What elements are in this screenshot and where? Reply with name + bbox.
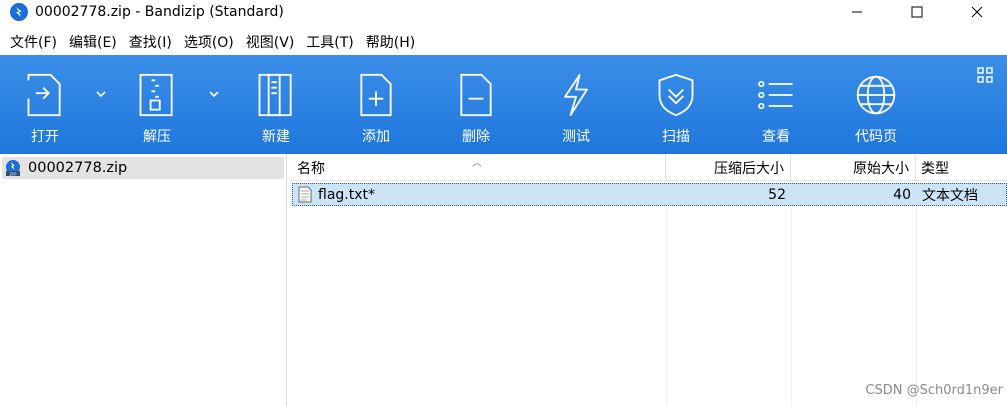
menu-edit[interactable]: 编辑(E) [63, 32, 123, 52]
minimize-icon [852, 11, 862, 13]
add-file-icon [360, 73, 392, 117]
scan-label: 扫描 [662, 129, 690, 145]
column-header-row: 名称 ︿ 压缩后大小 原始大小 类型 [290, 154, 1007, 181]
open-archive-icon [27, 73, 61, 117]
column-header-compressed-size[interactable]: 压缩后大小 [666, 154, 791, 181]
folder-tree-panel: ZIP 00002778.zip [0, 154, 287, 406]
maximize-button[interactable] [887, 0, 947, 24]
watermark-text: CSDN @Sch0rd1n9er [865, 383, 1003, 398]
menu-bar: 文件(F) 编辑(E) 查找(I) 选项(O) 视图(V) 工具(T) 帮助(H… [0, 30, 1007, 54]
file-original-size: 40 [893, 186, 911, 203]
scan-button[interactable]: 扫描 [636, 55, 716, 154]
delete-button[interactable]: 删除 [436, 55, 516, 154]
new-label: 新建 [262, 129, 290, 145]
view-label: 查看 [762, 129, 790, 145]
file-list: 名称 ︿ 压缩后大小 原始大小 类型 flag.txt* 52 40 文本文档 [290, 154, 1007, 406]
extract-zipper-icon [139, 73, 173, 117]
layout-grid-icon[interactable] [977, 67, 993, 83]
text-file-icon [298, 186, 312, 203]
file-name: flag.txt* [318, 186, 375, 203]
column-divider [916, 181, 917, 406]
lightning-bolt-icon [564, 73, 588, 117]
file-compressed-size: 52 [768, 186, 786, 203]
menu-view[interactable]: 视图(V) [240, 32, 301, 52]
zip-archive-icon: ZIP [6, 160, 20, 176]
add-button[interactable]: 添加 [336, 55, 416, 154]
delete-label: 删除 [462, 129, 490, 145]
codepage-label: 代码页 [855, 129, 897, 145]
tree-item-archive[interactable]: ZIP 00002778.zip [2, 157, 284, 179]
file-type: 文本文档 [922, 187, 978, 204]
extract-dropdown-chevron-icon[interactable] [207, 87, 221, 101]
file-row[interactable]: flag.txt* 52 40 文本文档 [292, 183, 1007, 206]
new-button[interactable]: 新建 [236, 55, 316, 154]
column-original-label: 原始大小 [853, 160, 909, 177]
column-header-original-size[interactable]: 原始大小 [791, 154, 916, 181]
bandizip-app-icon [10, 3, 28, 21]
open-dropdown-chevron-icon[interactable] [94, 87, 108, 101]
open-label: 打开 [31, 129, 59, 145]
extract-label: 解压 [143, 129, 171, 145]
title-bar: 00002778.zip - Bandizip (Standard) [0, 0, 1007, 24]
maximize-icon [911, 6, 923, 18]
file-name-cell: flag.txt* [298, 184, 375, 205]
delete-file-icon [460, 73, 492, 117]
test-button[interactable]: 测试 [536, 55, 616, 154]
view-button[interactable]: 查看 [736, 55, 816, 154]
tree-item-label: 00002778.zip [28, 160, 128, 176]
list-view-icon [758, 80, 793, 110]
column-compressed-label: 压缩后大小 [714, 160, 784, 177]
extract-button[interactable]: 解压 [117, 55, 197, 154]
svg-text:ZIP: ZIP [9, 171, 16, 176]
toolbar: 打开 解压 新建 添加 删除 测试 扫描 查看 代码页 [0, 55, 1007, 154]
column-type-label: 类型 [921, 160, 949, 177]
menu-find[interactable]: 查找(I) [123, 32, 178, 52]
column-divider [791, 181, 792, 406]
open-button[interactable]: 打开 [5, 55, 85, 154]
globe-icon [856, 75, 896, 115]
column-header-type[interactable]: 类型 [916, 154, 1007, 181]
menu-help[interactable]: 帮助(H) [360, 32, 421, 52]
add-label: 添加 [362, 129, 390, 145]
close-icon [971, 6, 983, 18]
sort-ascending-icon: ︿ [472, 158, 482, 169]
column-name-label: 名称 [297, 160, 325, 177]
new-archive-icon [258, 73, 292, 117]
test-label: 测试 [562, 129, 590, 145]
close-button[interactable] [947, 0, 1007, 24]
minimize-button[interactable] [827, 0, 887, 24]
menu-tools[interactable]: 工具(T) [300, 32, 359, 52]
column-divider [666, 181, 667, 406]
shield-icon [658, 73, 694, 117]
codepage-button[interactable]: 代码页 [836, 55, 916, 154]
window-title: 00002778.zip - Bandizip (Standard) [35, 4, 284, 20]
menu-options[interactable]: 选项(O) [178, 32, 240, 52]
menu-file[interactable]: 文件(F) [4, 32, 63, 52]
